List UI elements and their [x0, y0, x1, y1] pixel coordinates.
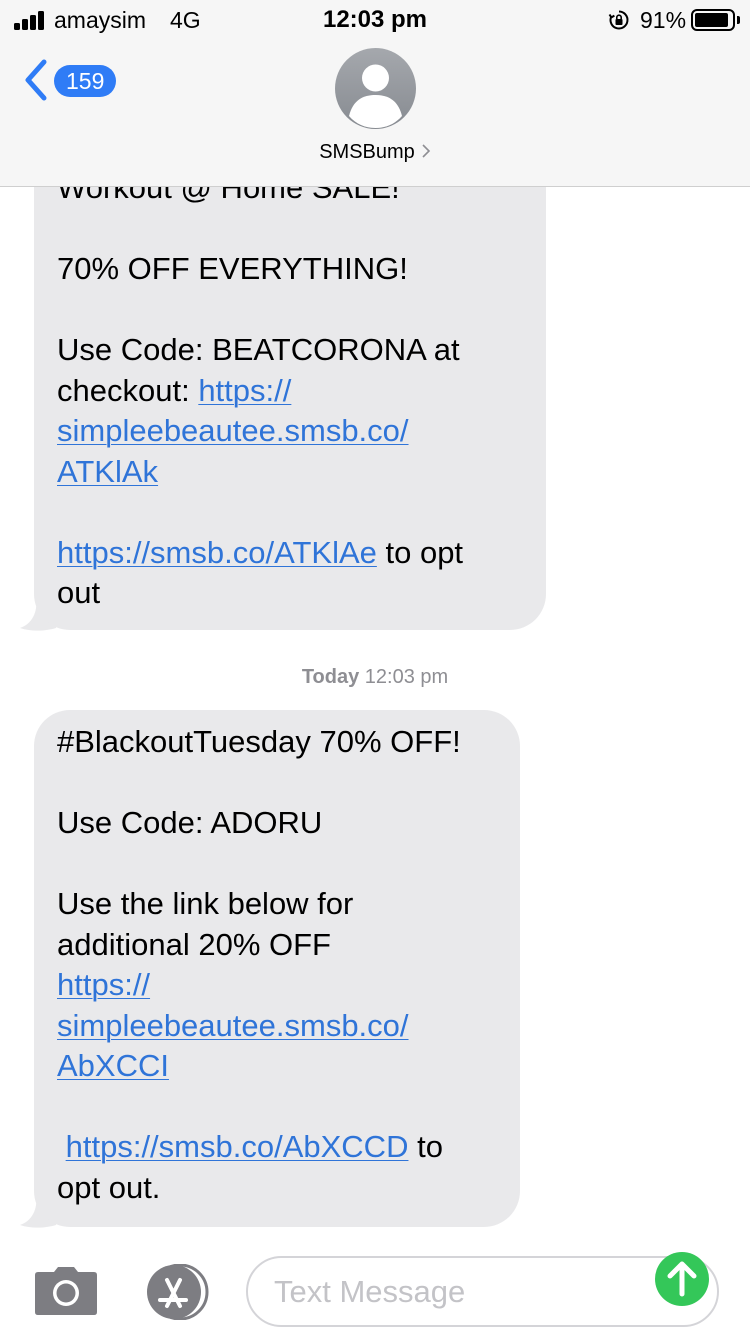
message-text: to	[408, 1129, 443, 1164]
back-button[interactable]: 159	[22, 58, 122, 104]
promo-link[interactable]: https://	[57, 967, 150, 1002]
opt-out-link[interactable]: https://smsb.co/ATKlAe	[57, 535, 377, 570]
promo-link[interactable]: simpleebeautee.smsb.co/	[57, 1008, 409, 1043]
contact-name-row[interactable]: SMSBump	[0, 141, 750, 164]
battery-icon	[691, 9, 735, 31]
unread-count-badge: 159	[54, 65, 117, 97]
message-text: checkout:	[57, 372, 199, 408]
contact-avatar[interactable]	[335, 48, 416, 129]
opt-out-link[interactable]: https://smsb.co/AbXCCD	[66, 1129, 409, 1164]
message-line: 70% OFF EVERYTHING!	[57, 251, 408, 286]
status-time: 12:03 pm	[322, 6, 428, 33]
message-bubble[interactable]: Workout @ Home SALE! 70% OFF EVERYTHING!…	[34, 150, 546, 630]
message-input-container	[246, 1256, 719, 1327]
message-line: https://smsb.co/AbXCCD to	[57, 1127, 498, 1168]
battery-percentage: 91%	[640, 7, 687, 33]
camera-button[interactable]	[34, 1266, 98, 1316]
message-line: additional 20% OFF	[57, 926, 331, 962]
promo-link[interactable]: AbXCCI	[57, 1048, 169, 1083]
send-arrow-up-icon	[667, 1261, 697, 1297]
timestamp-time: 12:03 pm	[364, 666, 449, 688]
message-line: out	[57, 575, 101, 610]
app-store-icon	[147, 1263, 209, 1321]
message-list[interactable]: Workout @ Home SALE! 70% OFF EVERYTHING!…	[0, 0, 750, 1334]
message-line: #BlackoutTuesday 70% OFF!	[57, 724, 461, 759]
promo-link[interactable]: ATKlAk	[57, 454, 158, 489]
timestamp-day: Today	[301, 666, 360, 688]
message-line: simpleebeautee.smsb.co/	[57, 1006, 498, 1047]
camera-icon	[35, 1267, 97, 1315]
contact-name: SMSBump	[319, 141, 415, 163]
chevron-left-icon	[25, 59, 47, 101]
send-button[interactable]	[655, 1252, 709, 1306]
app-store-button[interactable]	[140, 1263, 212, 1321]
message-text: to opt	[376, 534, 464, 570]
message-line: AbXCCI	[57, 1046, 498, 1087]
message-line: Use the link below for	[57, 886, 354, 921]
compose-bar	[0, 1240, 750, 1334]
chevron-right-icon	[422, 144, 430, 158]
status-bar: amaysim 4G 12:03 pm 91%	[0, 0, 750, 40]
battery-level-fill	[695, 13, 728, 27]
message-input[interactable]	[274, 1268, 644, 1316]
message-line: Use Code: BEATCORONA at	[57, 332, 460, 367]
message-line: checkout: https://	[57, 371, 524, 412]
conversation-header: 159 SMSBump	[0, 40, 750, 187]
message-line: https://smsb.co/ATKlAe to opt	[57, 533, 524, 574]
message-line: simpleebeautee.smsb.co/	[57, 411, 524, 452]
message-line: https://	[57, 965, 498, 1006]
promo-link[interactable]: simpleebeautee.smsb.co/	[57, 413, 409, 448]
message-timestamp: Today 12:03 pm	[0, 666, 750, 689]
message-line: ATKlAk	[57, 452, 524, 493]
promo-link[interactable]: https://	[198, 373, 291, 408]
message-line: Use Code: ADORU	[57, 805, 323, 840]
message-line: opt out.	[57, 1169, 161, 1205]
rotation-lock-icon	[608, 10, 629, 30]
person-silhouette-icon	[349, 64, 402, 128]
battery-cap	[737, 16, 740, 24]
message-bubble[interactable]: #BlackoutTuesday 70% OFF! Use Code: ADOR…	[34, 710, 520, 1227]
